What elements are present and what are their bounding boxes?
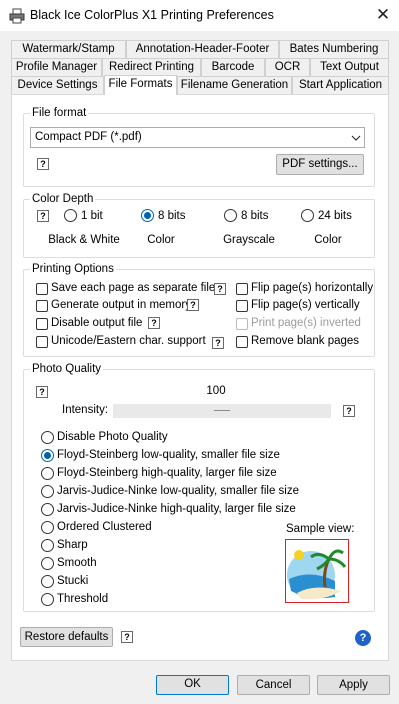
tab-start-application[interactable]: Start Application xyxy=(292,76,389,94)
pq-jjn-high-radio[interactable] xyxy=(41,503,54,516)
info-help-icon[interactable]: ? xyxy=(355,630,371,646)
apply-button[interactable]: Apply xyxy=(317,675,390,695)
pq-sharp-radio[interactable] xyxy=(41,539,54,552)
print-inverted-checkbox xyxy=(236,318,248,330)
tab-bates-numbering[interactable]: Bates Numbering xyxy=(279,40,389,58)
tab-filename-generation[interactable]: Filename Generation xyxy=(177,76,292,94)
color-depth-24bit-label: 24 bits xyxy=(318,210,352,222)
remove-blank-pages-checkbox[interactable] xyxy=(236,336,248,348)
file-format-value: Compact PDF (*.pdf) xyxy=(35,131,142,143)
disable-output-help-icon[interactable]: ? xyxy=(148,317,160,329)
pq-fs-low-label: Floyd-Steinberg low-quality, smaller fil… xyxy=(57,449,280,461)
color-depth-24bit-desc: Color xyxy=(314,234,342,246)
tab-watermark-stamp[interactable]: Watermark/Stamp xyxy=(11,40,126,58)
flip-vertical-checkbox[interactable] xyxy=(236,300,248,312)
pq-threshold-radio[interactable] xyxy=(41,593,54,606)
restore-defaults-button[interactable]: Restore defaults xyxy=(20,627,113,647)
unicode-support-help-icon[interactable]: ? xyxy=(212,337,224,349)
pq-disable-label: Disable Photo Quality xyxy=(57,431,168,443)
cancel-button[interactable]: Cancel xyxy=(237,675,310,695)
intensity-help-icon[interactable]: ? xyxy=(343,405,355,417)
tab-ocr[interactable]: OCR xyxy=(265,58,310,76)
color-depth-1bit-desc: Black & White xyxy=(48,234,120,246)
tab-profile-manager[interactable]: Profile Manager xyxy=(11,58,102,76)
pq-stucki-radio[interactable] xyxy=(41,575,54,588)
pq-disable-radio[interactable] xyxy=(41,431,54,444)
generate-in-memory-label: Generate output in memory xyxy=(51,299,191,311)
unicode-support-label: Unicode/Eastern char. support xyxy=(51,335,206,347)
pdf-settings-button[interactable]: PDF settings... xyxy=(276,154,364,175)
file-format-group xyxy=(23,113,375,187)
pq-ordered-radio[interactable] xyxy=(41,521,54,534)
unicode-support-checkbox[interactable] xyxy=(36,336,48,348)
print-inverted-label: Print page(s) inverted xyxy=(251,317,361,329)
save-each-page-help-icon[interactable]: ? xyxy=(214,283,226,295)
flip-horizontal-checkbox[interactable] xyxy=(236,283,248,295)
file-format-legend: File format xyxy=(30,107,89,119)
pq-jjn-low-label: Jarvis-Judice-Ninke low-quality, smaller… xyxy=(57,485,299,497)
generate-in-memory-help-icon[interactable]: ? xyxy=(187,299,199,311)
close-icon[interactable]: ✕ xyxy=(372,4,394,26)
pq-ordered-label: Ordered Clustered xyxy=(57,521,152,533)
file-format-help-icon[interactable]: ? xyxy=(37,158,49,170)
color-depth-legend: Color Depth xyxy=(30,193,96,205)
photo-quality-legend: Photo Quality xyxy=(30,363,104,375)
printer-icon xyxy=(9,8,25,24)
disable-output-label: Disable output file xyxy=(51,317,143,329)
remove-blank-pages-label: Remove blank pages xyxy=(251,335,360,347)
flip-vertical-label: Flip page(s) vertically xyxy=(251,299,360,311)
file-format-select[interactable]: Compact PDF (*.pdf) xyxy=(30,127,365,148)
color-depth-8bit-color-radio[interactable] xyxy=(141,209,154,222)
sample-view-image xyxy=(285,539,349,603)
tab-file-formats[interactable]: File Formats xyxy=(104,75,177,95)
color-depth-24bit-radio[interactable] xyxy=(301,209,314,222)
pq-smooth-label: Smooth xyxy=(57,557,97,569)
tab-annotation-header-footer[interactable]: Annotation-Header-Footer xyxy=(126,40,279,58)
pq-fs-high-radio[interactable] xyxy=(41,467,54,480)
pq-smooth-radio[interactable] xyxy=(41,557,54,570)
ok-button[interactable]: OK xyxy=(156,675,229,695)
color-depth-8bit-gray-radio[interactable] xyxy=(224,209,237,222)
pq-jjn-high-label: Jarvis-Judice-Ninke high-quality, larger… xyxy=(57,503,296,515)
color-depth-group xyxy=(23,199,375,258)
photo-quality-help-icon[interactable]: ? xyxy=(36,386,48,398)
pq-fs-low-radio[interactable] xyxy=(41,449,54,462)
slider-thumb[interactable] xyxy=(214,410,230,411)
save-each-page-label: Save each page as separate file xyxy=(51,282,216,294)
color-depth-8bit-gray-desc: Grayscale xyxy=(223,234,275,246)
disable-output-checkbox[interactable] xyxy=(36,318,48,330)
tab-text-output[interactable]: Text Output xyxy=(310,58,389,76)
intensity-slider[interactable] xyxy=(113,404,331,418)
generate-in-memory-checkbox[interactable] xyxy=(36,300,48,312)
restore-help-icon[interactable]: ? xyxy=(121,631,133,643)
tab-device-settings[interactable]: Device Settings xyxy=(11,76,104,94)
color-depth-8bit-color-desc: Color xyxy=(147,234,175,246)
intensity-label: Intensity: xyxy=(62,404,109,416)
pq-threshold-label: Threshold xyxy=(57,593,109,605)
color-depth-help-icon[interactable]: ? xyxy=(37,210,49,222)
tab-barcode[interactable]: Barcode xyxy=(201,58,265,76)
flip-horizontal-label: Flip page(s) horizontally xyxy=(251,282,374,294)
color-depth-1bit-label: 1 bit xyxy=(81,210,103,222)
intensity-value: 100 xyxy=(206,385,226,397)
pq-fs-high-label: Floyd-Steinberg high-quality, larger fil… xyxy=(57,467,277,479)
window-title: Black Ice ColorPlus X1 Printing Preferen… xyxy=(30,8,274,22)
pq-stucki-label: Stucki xyxy=(57,575,89,587)
chevron-down-icon xyxy=(351,135,361,141)
pq-jjn-low-radio[interactable] xyxy=(41,485,54,498)
color-depth-8bit-gray-label: 8 bits xyxy=(241,210,269,222)
color-depth-1bit-radio[interactable] xyxy=(64,209,77,222)
sample-view-label: Sample view: xyxy=(286,523,355,535)
save-each-page-checkbox[interactable] xyxy=(36,283,48,295)
printing-options-legend: Printing Options xyxy=(30,263,116,275)
color-depth-8bit-color-label: 8 bits xyxy=(158,210,186,222)
tab-redirect-printing[interactable]: Redirect Printing xyxy=(102,58,201,76)
pq-sharp-label: Sharp xyxy=(57,539,88,551)
